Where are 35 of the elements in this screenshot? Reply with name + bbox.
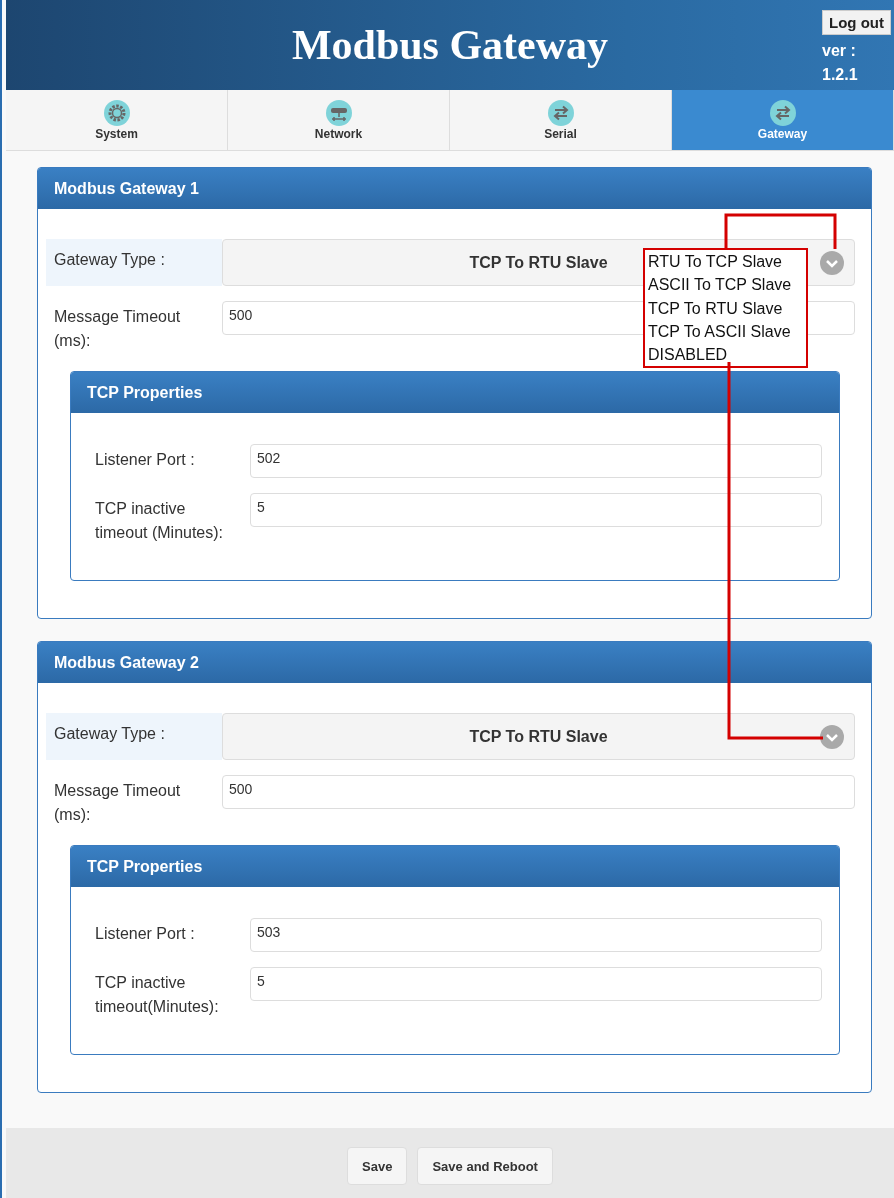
footer-button[interactable]: Save and Reboot xyxy=(417,1147,553,1185)
app-title: Modbus Gateway xyxy=(291,21,609,69)
nav-tab[interactable]: System xyxy=(6,90,228,150)
gateway-type-select[interactable]: TCP To RTU Slave xyxy=(222,713,855,760)
field-label: Gateway Type : xyxy=(46,239,222,286)
version-label: ver : xyxy=(822,41,856,61)
field-label: Gateway Type : xyxy=(46,713,222,760)
option-text: RTU To TCP Slave xyxy=(648,252,783,272)
version-number: 1.2.1 xyxy=(822,65,858,85)
swap-arrows-icon xyxy=(769,99,796,126)
field-label: TCP inactive timeout (Minutes): xyxy=(94,499,225,543)
chevron-down-icon xyxy=(820,725,844,749)
footer-button[interactable]: Save xyxy=(347,1147,408,1185)
panel-title: Modbus Gateway 1 xyxy=(54,179,199,198)
logout-button[interactable]: Log out xyxy=(822,10,891,35)
panel-title: Modbus Gateway 2 xyxy=(54,653,199,672)
swap-arrows-icon xyxy=(547,99,574,126)
field-label: Message Timeout (ms): xyxy=(53,307,182,351)
network-icon xyxy=(325,99,352,126)
nav-tab[interactable]: Gateway xyxy=(672,90,894,150)
panel-title: TCP Properties xyxy=(87,857,203,876)
field-label: Listener Port : xyxy=(94,924,196,944)
option-text: DISABLED xyxy=(648,345,729,366)
gear-icon xyxy=(103,99,130,126)
option-text: TCP To RTU Slave xyxy=(648,298,784,319)
field-label: TCP inactive timeout(Minutes): xyxy=(94,973,220,1017)
chevron-down-icon xyxy=(820,251,844,275)
port-field[interactable]: 502 xyxy=(250,444,822,478)
field-label: Listener Port : xyxy=(94,450,196,470)
timeout-field[interactable]: 500 xyxy=(222,775,855,809)
port-field[interactable]: 503 xyxy=(250,918,822,952)
nav-tab[interactable]: Serial xyxy=(450,90,672,150)
nav-tab[interactable]: Network xyxy=(228,90,450,150)
panel-title: TCP Properties xyxy=(87,383,203,402)
field-label: Message Timeout (ms): xyxy=(53,781,182,825)
